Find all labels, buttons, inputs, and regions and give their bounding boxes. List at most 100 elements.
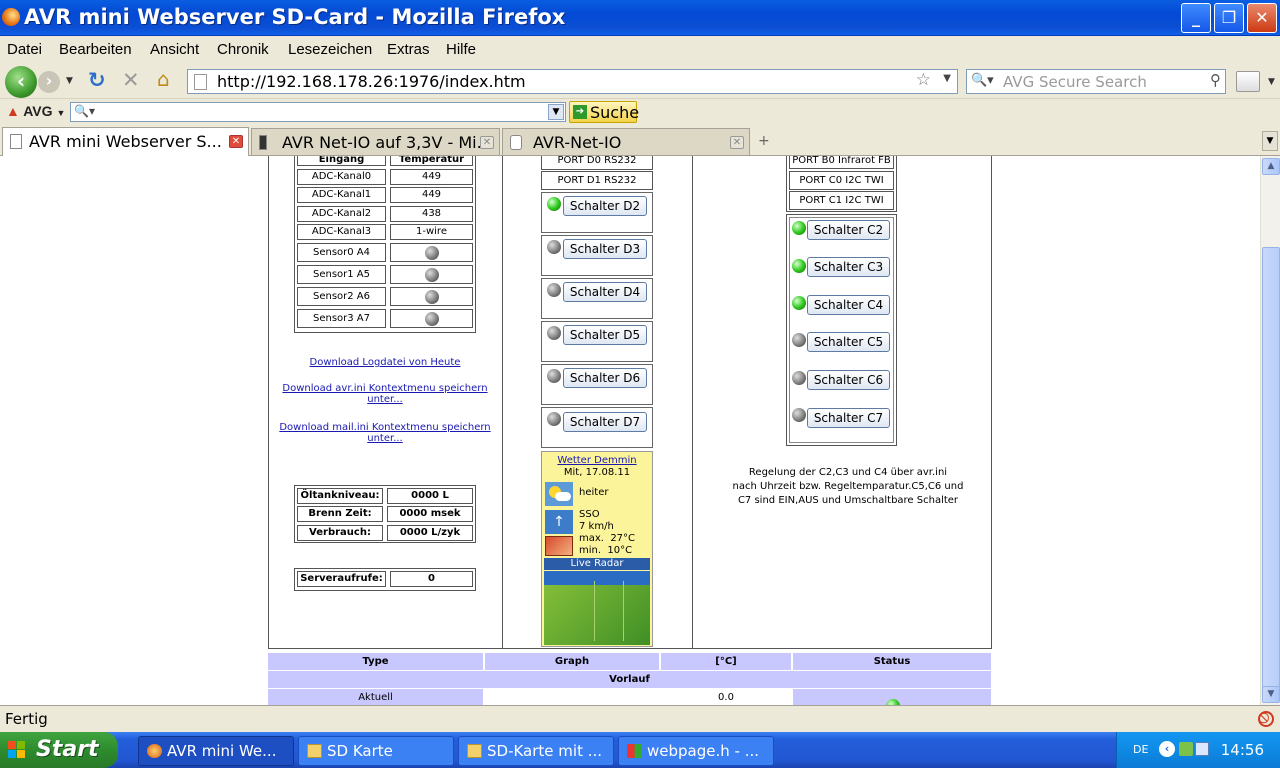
avg-search-input[interactable]: 🔍▾ ▼ (70, 102, 566, 122)
schalter-d2-button[interactable]: Schalter D2 (563, 196, 647, 216)
menu-extras[interactable]: Extras (387, 41, 430, 58)
schalter-c5-button[interactable]: Schalter C5 (807, 332, 890, 352)
tab-avr-net-io-33v[interactable]: AVR Net-IO auf 3,3V - Mi... ✕ (251, 128, 500, 155)
weather-sun-cloud-icon (545, 482, 573, 506)
home-icon[interactable]: ⌂ (157, 67, 170, 91)
col-header-status: Status (793, 653, 991, 670)
schalter-c7-button[interactable]: Schalter C7 (807, 408, 890, 428)
url-dropdown-icon[interactable]: ▼ (943, 73, 951, 84)
task-label: SD-Karte mit ... (487, 742, 603, 760)
radar-map[interactable] (544, 571, 650, 645)
stop-icon[interactable]: ✕ (122, 68, 140, 92)
close-tab-icon[interactable]: ✕ (730, 136, 744, 149)
col-header-type: Type (268, 653, 483, 670)
task-sd-karte-mit[interactable]: SD-Karte mit ... (458, 736, 614, 766)
menu-hilfe[interactable]: Hilfe (446, 41, 476, 58)
minimize-button[interactable]: _ (1181, 3, 1211, 33)
scroll-thumb[interactable] (1262, 247, 1280, 691)
forward-icon[interactable]: › (38, 71, 60, 93)
maximize-button[interactable]: ❐ (1214, 3, 1244, 33)
status-led-icon (547, 283, 561, 297)
status-led-icon (547, 326, 561, 340)
live-radar-label[interactable]: Live Radar (544, 558, 650, 570)
back-icon[interactable]: ‹ (5, 66, 37, 98)
schalter-c3-button[interactable]: Schalter C3 (807, 257, 890, 277)
scroll-down-icon[interactable]: ▼ (1262, 686, 1280, 703)
addon-icon[interactable] (1236, 71, 1260, 92)
sensor-cell (390, 287, 473, 306)
task-firefox[interactable]: AVR mini We... (138, 736, 294, 766)
status-bar: Fertig ⃠ (0, 705, 1280, 732)
download-mail-ini-link[interactable]: Download mail.ini Kontextmenu speichern … (278, 422, 492, 444)
avg-logo[interactable]: ▲ AVG ▼ (6, 103, 65, 119)
task-webpage-h[interactable]: webpage.h - ... (618, 736, 774, 766)
language-indicator[interactable]: DE (1133, 743, 1148, 756)
url-bar[interactable]: http://192.168.178.26:1976/index.htm ☆ ▼ (187, 69, 958, 94)
col-header-temp: [°C] (661, 653, 791, 670)
menu-bearbeiten[interactable]: Bearbeiten (59, 41, 132, 58)
search-input[interactable]: AVG Secure Search (1003, 73, 1147, 91)
close-tab-icon[interactable]: ✕ (229, 135, 243, 148)
status-led-icon (425, 290, 439, 304)
schalter-d6-button[interactable]: Schalter D6 (563, 368, 647, 388)
menu-chronik[interactable]: Chronik (217, 41, 269, 58)
new-tab-icon[interactable]: + (758, 133, 770, 149)
schalter-c6-button[interactable]: Schalter C6 (807, 370, 890, 390)
status-led-icon (547, 240, 561, 254)
network-icon[interactable] (1179, 742, 1193, 756)
start-label: Start (36, 737, 99, 762)
table-row-value: 438 (390, 206, 473, 222)
schalter-d3-button[interactable]: Schalter D3 (563, 239, 647, 259)
table-row-name: ADC-Kanal3 (297, 224, 386, 240)
note-line: C7 sind EIN,AUS und Umschaltbare Schalte… (737, 495, 959, 506)
monitor-icon[interactable] (1195, 742, 1209, 756)
browser-window: AVR mini Webserver SD-Card - Mozilla Fir… (0, 0, 1280, 768)
sensor-label: Sensor0 A4 (297, 243, 386, 262)
url-text[interactable]: http://192.168.178.26:1976/index.htm (217, 72, 526, 91)
weather-widget: Wetter Demmin Mit, 17.08.11 heiter ↑ SSO… (541, 451, 653, 647)
schalter-d5-button[interactable]: Schalter D5 (563, 325, 647, 345)
task-label: SD Karte (327, 742, 393, 760)
vertical-scrollbar[interactable]: ▲ ▼ (1260, 156, 1280, 705)
schalter-d4-button[interactable]: Schalter D4 (563, 282, 647, 302)
toolbar-more-icon[interactable]: ▼ (1268, 77, 1275, 87)
menu-datei[interactable]: Datei (7, 41, 42, 58)
tab-list-icon[interactable]: ▼ (1262, 131, 1278, 151)
avg-dropdown-icon[interactable]: ▼ (548, 104, 564, 120)
avg-search-icon: 🔍▾ (74, 104, 95, 118)
schalter-c2-button[interactable]: Schalter C2 (807, 220, 890, 240)
row-status (793, 689, 991, 705)
scroll-up-icon[interactable]: ▲ (1262, 158, 1280, 175)
port-label: PORT D0 RS232 (541, 156, 653, 170)
table-header: Eingang (297, 156, 386, 166)
table-row-value: 1-wire (390, 224, 473, 240)
schalter-c4-button[interactable]: Schalter C4 (807, 295, 890, 315)
temp-min: min. 10°C (579, 545, 633, 556)
bookmark-star-icon[interactable]: ☆ (916, 70, 931, 90)
task-sd-karte[interactable]: SD Karte (298, 736, 454, 766)
stat-label: Öltankniveau: (297, 488, 383, 504)
weather-title-link[interactable]: Wetter Demmin (542, 455, 652, 466)
close-button[interactable]: ✕ (1247, 3, 1277, 33)
windows-logo-icon (8, 741, 26, 759)
suche-button[interactable]: ➔ Suche (569, 101, 639, 123)
tab-avr-net-io[interactable]: AVR-Net-IO ✕ (502, 128, 750, 155)
reload-icon[interactable]: ↻ (88, 68, 106, 92)
start-button[interactable]: Start (0, 732, 118, 768)
close-tab-icon[interactable]: ✕ (480, 136, 494, 149)
menu-lesezeichen[interactable]: Lesezeichen (288, 41, 372, 58)
search-engine-icon[interactable]: 🔍▾ (971, 73, 994, 88)
schalter-d7-button[interactable]: Schalter D7 (563, 412, 647, 432)
search-bar[interactable]: 🔍▾ AVG Secure Search ⚲ (966, 69, 1226, 94)
download-avr-ini-link[interactable]: Download avr.ini Kontextmenu speichern u… (280, 383, 490, 405)
blocked-icon[interactable]: ⃠ (1258, 711, 1274, 727)
weather-date: Mit, 17.08.11 (563, 467, 631, 478)
history-dropdown-icon[interactable]: ▼ (66, 76, 73, 86)
search-icon[interactable]: ⚲ (1210, 71, 1221, 89)
tab-label: AVR-Net-IO (533, 133, 622, 152)
site-icon (259, 135, 267, 150)
tab-avr-webserver[interactable]: AVR mini Webserver S... ✕ (2, 127, 249, 156)
tray-expand-icon[interactable]: ‹ (1159, 741, 1175, 757)
menu-ansicht[interactable]: Ansicht (150, 41, 199, 58)
download-logdatei-link[interactable]: Download Logdatei von Heute (290, 357, 480, 368)
